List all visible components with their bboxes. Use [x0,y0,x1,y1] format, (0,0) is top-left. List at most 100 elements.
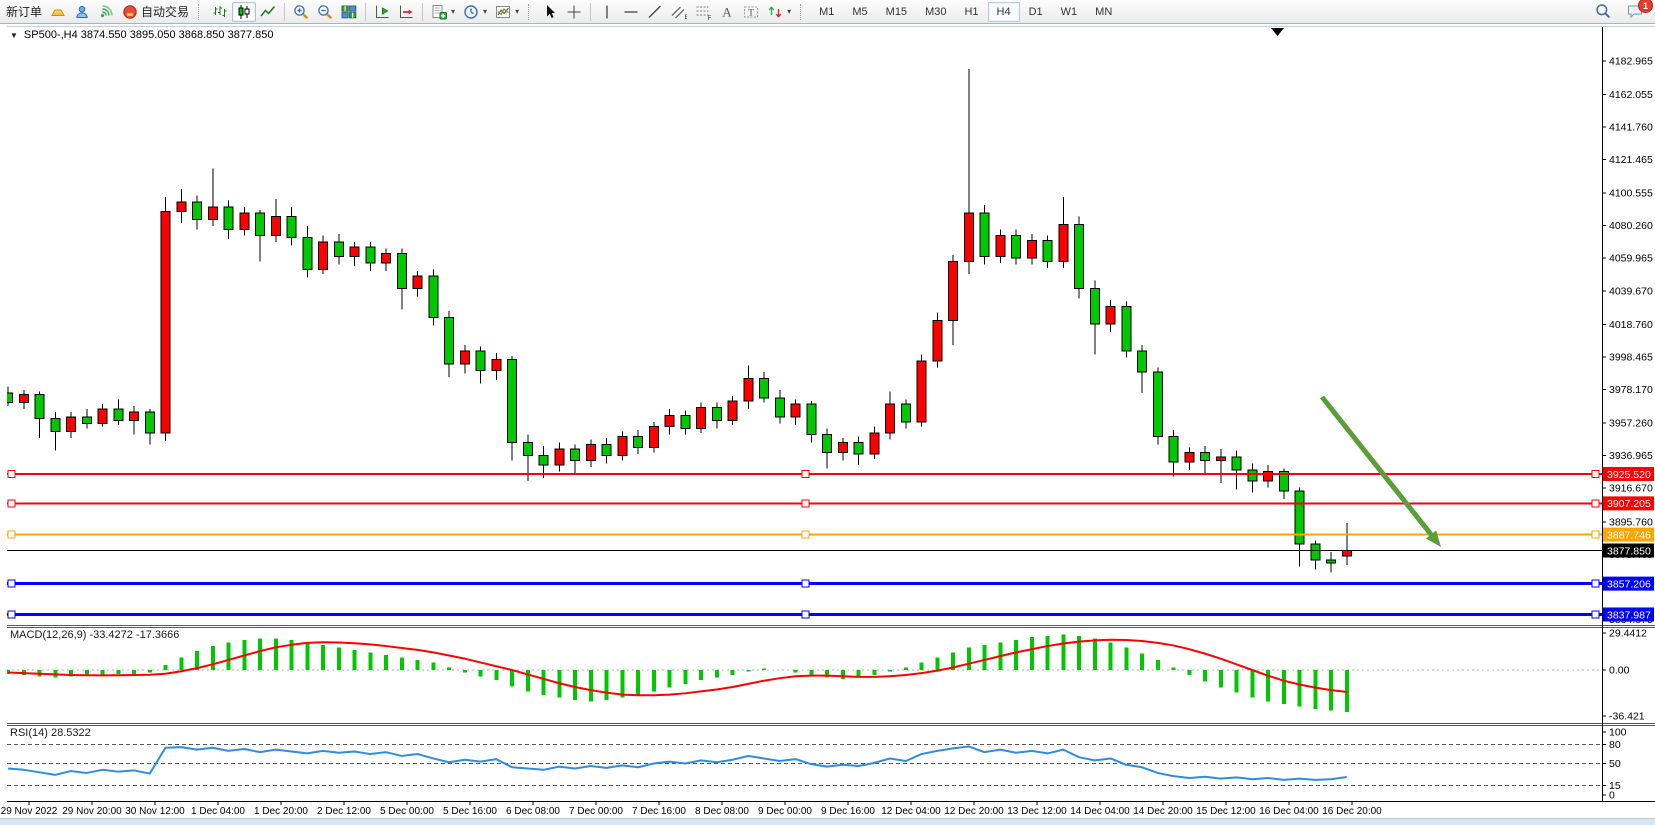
line-handle[interactable] [8,470,15,477]
candle [870,433,879,454]
time-label: 29 Nov 20:00 [62,806,122,817]
autotrade-button[interactable]: 自动交易 [118,2,193,22]
auto-scroll-icon [398,4,414,20]
candle [901,404,910,422]
crosshair-button[interactable] [562,2,586,22]
quick-trade-collapse-icon[interactable]: ▼ [10,31,18,40]
search-button[interactable] [1591,1,1615,21]
candle [618,436,627,455]
chart-background [7,26,1655,801]
price-tick-label: 3895.760 [1609,516,1653,528]
candle [1075,224,1084,288]
timeframe-button-w1[interactable]: W1 [1052,2,1087,22]
candle [744,379,753,401]
candle [1153,372,1162,436]
candle [964,213,973,261]
price-tick-label: 4100.555 [1609,188,1653,200]
notifications-button[interactable]: 1 [1623,1,1647,21]
toolbar-grip[interactable] [528,4,533,20]
time-label: 1 Dec 20:00 [254,806,308,817]
zoom-in-button[interactable] [289,2,313,22]
toolbar-grip[interactable] [800,4,805,20]
svg-text:F: F [708,15,712,20]
vertical-line-button[interactable] [595,2,619,22]
timeframe-button-h1[interactable]: H1 [955,2,987,22]
candle [256,213,265,235]
candle-chart-button[interactable] [232,2,256,22]
candle [508,359,517,442]
text-button[interactable]: A [715,2,739,22]
line-handle[interactable] [8,580,15,587]
profiles-button[interactable]: ▾ [459,2,491,22]
time-label: 6 Dec 08:00 [506,806,560,817]
time-axis[interactable]: 29 Nov 202229 Nov 20:0030 Nov 12:001 Dec… [1,801,1383,817]
trendline-icon [647,4,663,20]
line-handle[interactable] [1592,580,1599,587]
time-label: 5 Dec 00:00 [380,806,434,817]
new-chart-button[interactable]: ▾ [427,2,459,22]
line-handle[interactable] [802,500,809,507]
line-handle[interactable] [1592,611,1599,618]
candle [303,237,312,269]
new-order-button[interactable]: 新订单 [2,2,46,22]
timeframe-button-m15[interactable]: M15 [877,2,916,22]
candle [287,216,296,237]
price-tick-label: 4039.670 [1609,285,1653,297]
indicators-icon [495,4,511,20]
gold-button[interactable] [46,2,70,22]
time-label: 29 Nov 2022 [1,806,58,817]
timeframe-button-m1[interactable]: M1 [810,2,843,22]
toolbar-grip[interactable] [198,4,203,20]
line-handle[interactable] [1592,470,1599,477]
timeframe-button-m30[interactable]: M30 [916,2,955,22]
candle [949,261,958,320]
line-chart-button[interactable] [256,2,280,22]
macd-tick-label: 0.00 [1609,665,1630,677]
line-handle[interactable] [802,531,809,538]
signal-button[interactable] [94,2,118,22]
community-icon [74,4,90,20]
community-button[interactable] [70,2,94,22]
candle [996,236,1005,257]
timeframe-button-h4[interactable]: H4 [988,2,1020,22]
timeframe-button-m5[interactable]: M5 [843,2,876,22]
line-handle[interactable] [802,611,809,618]
chart-shift-button[interactable] [370,2,394,22]
time-label: 16 Dec 20:00 [1322,806,1382,817]
arrows-button[interactable]: ▾ [763,2,795,22]
fibonacci-button[interactable]: F [691,2,715,22]
timeframe-button-mn[interactable]: MN [1086,2,1121,22]
trendline-button[interactable] [643,2,667,22]
candle [145,412,154,433]
macd-tick-label: 29.4412 [1609,627,1647,639]
cursor-icon [542,4,558,20]
gold-icon [50,4,66,20]
candle [492,359,501,370]
new-chart-icon [431,4,447,20]
cursor-button[interactable] [538,2,562,22]
candle [67,417,76,431]
text-label-button[interactable]: T [739,2,763,22]
equidistant-channel-button[interactable]: E [667,2,691,22]
timeframe-button-d1[interactable]: D1 [1020,2,1052,22]
bar-chart-button[interactable] [208,2,232,22]
line-handle[interactable] [1592,500,1599,507]
line-handle[interactable] [8,500,15,507]
line-handle[interactable] [802,580,809,587]
line-handle[interactable] [1592,531,1599,538]
search-icon [1595,3,1611,19]
chevron-down-icon: ▾ [787,7,791,16]
auto-scroll-button[interactable] [394,2,418,22]
zoom-out-button[interactable] [313,2,337,22]
horizontal-line-button[interactable] [619,2,643,22]
rsi-tick-label: 80 [1609,739,1621,751]
line-handle[interactable] [802,470,809,477]
line-handle[interactable] [8,531,15,538]
tile-windows-button[interactable] [337,2,361,22]
trading-platform-window: 新订单自动交易▾▾▾EFAT▾M1M5M15M30H1H4D1W1MN 1 41… [0,0,1655,825]
line-handle[interactable] [8,611,15,618]
zoom-in-icon [293,4,309,20]
indicators-button[interactable]: ▾ [491,2,523,22]
new-order-button-label: 新订单 [6,3,42,20]
candle [19,395,28,403]
